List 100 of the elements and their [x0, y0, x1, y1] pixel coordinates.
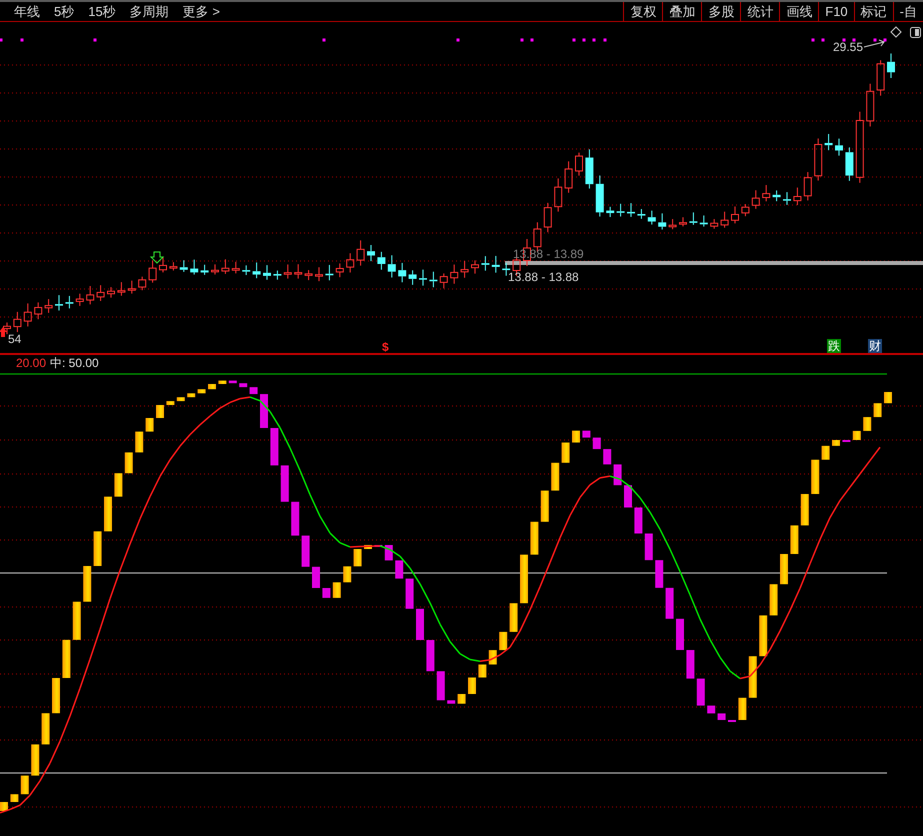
candlestick	[554, 178, 562, 212]
candlestick	[190, 259, 198, 276]
candlestick	[429, 271, 438, 288]
candlestick	[481, 256, 490, 272]
candlestick	[460, 260, 469, 278]
candlestick	[772, 190, 781, 202]
leader-line	[864, 40, 885, 48]
candlestick	[76, 293, 84, 306]
event-badge[interactable]: 跌	[827, 339, 841, 353]
candlestick	[356, 240, 365, 266]
candlestick	[793, 187, 802, 206]
candlestick	[367, 244, 375, 262]
candlestick	[710, 218, 718, 230]
toolbar-button[interactable]: 画线	[779, 2, 818, 21]
candlestick	[575, 152, 583, 176]
candlestick	[138, 276, 146, 291]
price-range-label: 13.88 - 13.88	[508, 271, 579, 283]
candlestick	[408, 270, 417, 286]
candlestick	[762, 184, 770, 202]
candlestick	[741, 204, 750, 217]
low-price-label: 54	[8, 333, 22, 345]
candlestick	[44, 298, 53, 314]
candlestick	[845, 146, 854, 182]
candlestick	[783, 192, 791, 206]
candlestick	[200, 264, 209, 276]
candlestick	[689, 212, 698, 226]
indicator-value-label: 20.00	[16, 357, 46, 369]
candlestick	[440, 272, 448, 289]
candlestick	[492, 255, 500, 274]
candlestick	[814, 138, 822, 182]
candlestick	[752, 190, 760, 210]
candlestick	[876, 60, 885, 96]
candlestick	[336, 262, 344, 278]
candlestick	[3, 322, 11, 335]
sell-marker: $	[382, 341, 389, 353]
candlestick	[304, 270, 313, 281]
candlestick	[564, 160, 573, 194]
candlestick	[252, 262, 261, 279]
candlestick	[65, 295, 74, 309]
candlestick	[679, 216, 687, 227]
toolbar-item[interactable]: 更多 >	[182, 5, 220, 18]
toolbar-button[interactable]: 叠加	[662, 2, 702, 21]
toolbar-button[interactable]: 统计	[740, 2, 780, 21]
candlestick	[658, 212, 666, 230]
candlestick	[128, 280, 136, 294]
candlestick	[294, 264, 302, 280]
candlestick	[86, 286, 94, 305]
candlestick	[107, 286, 115, 298]
candlestick	[471, 260, 479, 274]
candlestick	[450, 264, 458, 284]
candlestick	[866, 83, 874, 127]
panel-toggle-icon[interactable]	[910, 27, 921, 38]
candlestick	[180, 260, 188, 272]
diamond-icon[interactable]	[890, 26, 902, 38]
toolbar-button[interactable]: 标记	[854, 2, 893, 21]
candlestick	[388, 254, 396, 278]
toolbar-button[interactable]: F10	[818, 2, 854, 21]
candlestick	[720, 211, 729, 228]
candlestick	[211, 264, 219, 275]
candlestick	[377, 251, 386, 270]
toolbar-button[interactable]: 复权	[623, 2, 662, 21]
candlestick	[315, 266, 323, 282]
toolbar-button[interactable]: -自	[892, 2, 923, 21]
toolbar-item[interactable]: 多周期	[130, 5, 169, 18]
event-badge[interactable]: 财	[868, 339, 882, 353]
high-price-label: 29.55	[833, 41, 864, 53]
candlestick	[824, 133, 833, 151]
candlestick	[596, 175, 604, 218]
candlestick	[606, 206, 614, 218]
candlestick	[502, 262, 510, 276]
candlestick	[419, 269, 427, 286]
candlestick	[804, 172, 812, 201]
candlestick	[159, 256, 167, 273]
candlestick	[96, 284, 105, 302]
candlestick	[232, 261, 240, 274]
candlestick	[648, 210, 656, 226]
toolbar-item[interactable]: 15秒	[88, 5, 116, 18]
candlestick	[284, 264, 292, 280]
candlestick	[242, 264, 250, 276]
candlestick	[616, 203, 625, 218]
candlestick	[221, 258, 230, 274]
toolbar-button[interactable]: 多股	[701, 2, 740, 21]
candlestick	[731, 206, 739, 224]
indicator-value-label: 中: 50.00	[50, 357, 99, 369]
toolbar-item[interactable]: 年线	[14, 5, 40, 18]
toolbar-item[interactable]: 5秒	[54, 5, 74, 18]
candlestick	[544, 202, 552, 233]
candlestick	[55, 294, 63, 311]
candlestick	[117, 282, 126, 296]
candlestick	[835, 138, 843, 156]
down-arrow-icon	[150, 252, 164, 264]
candlestick	[273, 270, 282, 280]
candlestick	[346, 252, 354, 273]
candlestick	[24, 302, 32, 327]
candlestick	[668, 218, 677, 230]
candlestick	[700, 214, 708, 228]
candlestick	[637, 208, 646, 220]
candlestick	[13, 311, 22, 333]
candlestick	[148, 260, 157, 284]
candlestick	[887, 53, 895, 79]
